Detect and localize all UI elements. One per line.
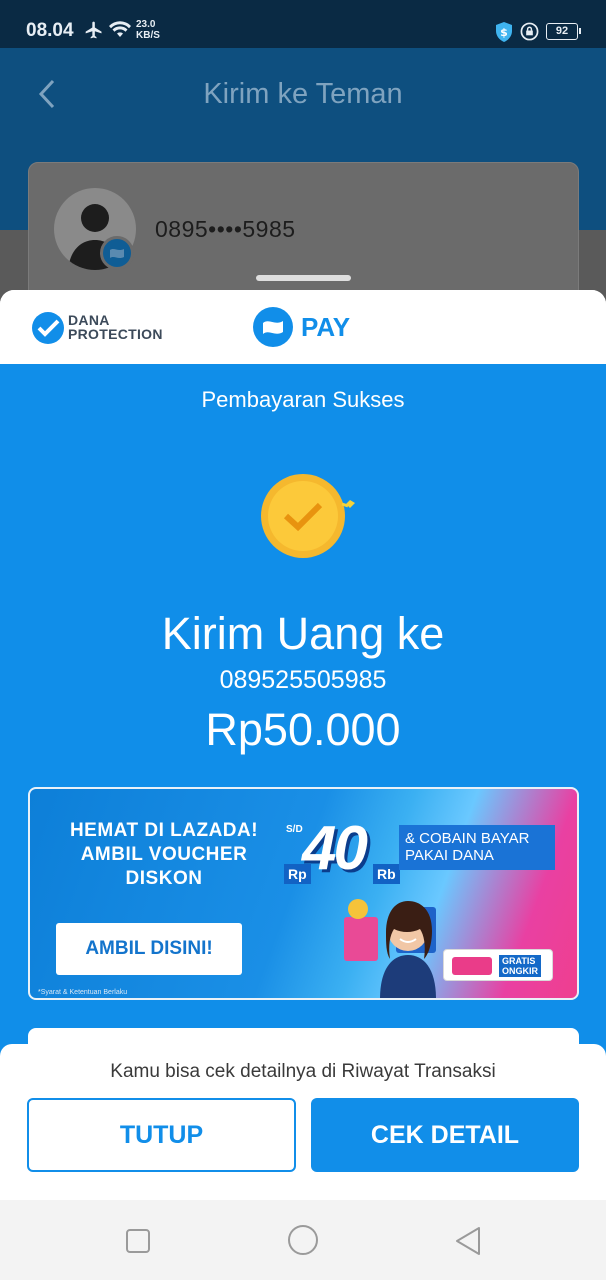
back-icon[interactable] bbox=[454, 1226, 482, 1261]
banner-rp-label: Rp bbox=[284, 864, 311, 884]
check-detail-button[interactable]: CEK DETAIL bbox=[311, 1098, 579, 1172]
wifi-icon bbox=[108, 20, 132, 45]
recipient-phone: 089525505985 bbox=[219, 666, 387, 694]
recent-apps-icon[interactable] bbox=[125, 1228, 151, 1259]
dana-badge-icon bbox=[100, 236, 134, 270]
banner-tagline: & COBAIN BAYAR PAKAI DANA bbox=[399, 825, 555, 870]
status-time: 08.04 bbox=[26, 20, 74, 41]
ambil-disini-button[interactable]: AMBIL DISINI! bbox=[56, 923, 242, 975]
speed-value: 23.0 bbox=[136, 19, 156, 30]
success-title: Pembayaran Sukses bbox=[201, 387, 405, 412]
page-title: Kirim ke Teman bbox=[203, 78, 403, 110]
close-button[interactable]: TUTUP bbox=[27, 1098, 296, 1172]
banner-headline-line3: DISKON bbox=[125, 868, 203, 889]
sheet-drag-handle[interactable] bbox=[256, 275, 351, 281]
lazada-promo-banner[interactable]: HEMAT DI LAZADA! AMBIL VOUCHER DISKON AM… bbox=[28, 787, 579, 1000]
transfer-amount: Rp50.000 bbox=[205, 704, 401, 755]
success-coin-icon bbox=[258, 474, 358, 569]
banner-headline-line1: HEMAT DI LAZADA! bbox=[69, 820, 259, 841]
dana-pay-icon bbox=[253, 307, 293, 352]
sheet-header: DANA PROTECTION PAY bbox=[0, 290, 606, 364]
navigation-bar bbox=[0, 1200, 606, 1280]
dana-protection-line2: PROTECTION bbox=[68, 326, 163, 342]
pay-label: PAY bbox=[301, 312, 351, 342]
banner-sd-label: S/D bbox=[286, 824, 303, 835]
shield-dollar-icon: $ bbox=[495, 22, 513, 47]
dana-protection-label: DANA PROTECTION bbox=[68, 313, 163, 341]
gratis-label: GRATIS bbox=[502, 956, 536, 966]
banner-discount-number: 40 bbox=[302, 814, 368, 883]
network-speed: 23.0 KB/S bbox=[136, 19, 160, 41]
home-icon[interactable] bbox=[287, 1224, 319, 1261]
gratis-ongkir-badge: GRATIS ONGKIR bbox=[443, 949, 553, 981]
banner-headline-line2: AMBIL VOUCHER bbox=[80, 844, 248, 865]
lock-icon bbox=[520, 22, 539, 46]
transfer-heading: Kirim Uang ke bbox=[161, 608, 445, 659]
transaction-history-hint: Kamu bisa cek detailnya di Riwayat Trans… bbox=[110, 1061, 496, 1082]
banner-fine-print: *Syarat & Ketentuan Berlaku bbox=[38, 989, 128, 996]
speed-unit: KB/S bbox=[136, 30, 160, 41]
recipient-phone-masked: 0895••••5985 bbox=[155, 216, 296, 242]
promo-model-image bbox=[336, 877, 446, 998]
banner-headline: HEMAT DI LAZADA! AMBIL VOUCHER DISKON bbox=[56, 819, 272, 891]
truck-icon bbox=[452, 957, 492, 975]
ongkir-label: ONGKIR bbox=[502, 966, 538, 976]
bottom-action-panel: Kamu bisa cek detailnya di Riwayat Trans… bbox=[0, 1044, 606, 1200]
battery-indicator: 92 bbox=[546, 23, 581, 40]
gratis-ongkir-label: GRATIS ONGKIR bbox=[499, 955, 541, 977]
dana-protection-icon bbox=[30, 310, 66, 351]
airplane-icon bbox=[84, 20, 104, 45]
svg-text:$: $ bbox=[500, 26, 508, 39]
status-bar: 08.04 23.0 KB/S $ 92 bbox=[0, 0, 606, 48]
